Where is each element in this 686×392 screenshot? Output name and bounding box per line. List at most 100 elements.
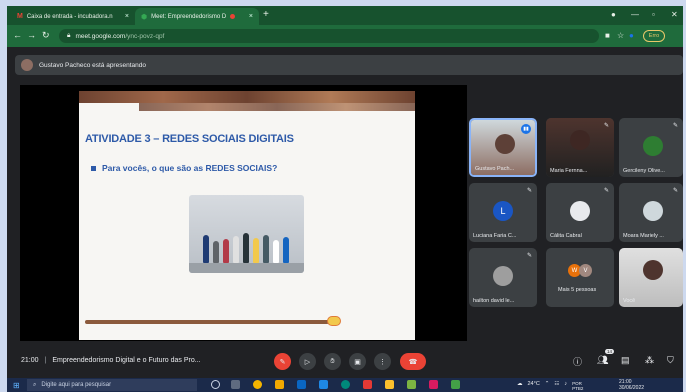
clock-date: 30/06/2022 (619, 385, 645, 391)
meeting-info: 21:00 | Empreendedorismo Digital e o Fut… (21, 357, 201, 364)
participant-tile[interactable]: L ✎ Luciana Faria C... (469, 183, 537, 242)
system-tray: ☁︎ 24°C ⌃ ☷ ♪ POR PTB2 (517, 381, 583, 391)
activities-icon[interactable]: ⁂ (645, 355, 654, 366)
avatar (643, 260, 663, 280)
participant-name: Gercileny Olive... (623, 168, 665, 174)
close-icon[interactable]: × (125, 13, 129, 20)
chevron-up-icon[interactable]: ⌃ (545, 381, 550, 391)
volume-icon[interactable]: ♪ (564, 381, 567, 391)
more-options-button[interactable]: ⋮ (374, 353, 391, 370)
more-participants-label: Mais 5 pessoas (558, 287, 597, 293)
search-placeholder: Digite aqui para pesquisar (41, 382, 112, 388)
slide-footer-bar (85, 320, 329, 324)
present-button[interactable]: ▣ (349, 353, 366, 370)
new-tab-button[interactable]: + (263, 9, 269, 20)
url-domain: meet.google.com (75, 32, 126, 40)
slide-photo (189, 195, 304, 273)
maximize-icon[interactable]: ▫ (652, 10, 655, 19)
info-icon[interactable]: ⓘ (573, 355, 582, 368)
extension-icon[interactable]: ● (629, 31, 634, 40)
keyboard-language[interactable]: POR PTB2 (572, 381, 583, 391)
taskbar-search-input[interactable]: ⌕ Digite aqui para pesquisar (27, 379, 197, 391)
star-icon[interactable]: ☆ (617, 31, 624, 40)
participant-name: Maria Fernna... (550, 168, 588, 174)
slide: ATIVIDADE 3 – REDES SOCIAIS DIGITAIS Par… (79, 91, 415, 340)
app-icon[interactable] (363, 380, 372, 389)
network-icon[interactable]: ☷ (554, 381, 559, 391)
avatar (495, 134, 515, 154)
windows-taskbar: ⊞ ⌕ Digite aqui para pesquisar ☁︎ 24°C ⌃… (7, 378, 683, 392)
chevron-down-icon[interactable]: ● (611, 10, 616, 19)
minimize-icon[interactable]: — (631, 10, 639, 19)
tab-meet[interactable]: ⬢ Meet: Empreendedorismo D × (135, 8, 259, 25)
mic-off-icon: ✎ (672, 188, 678, 194)
mic-off-icon: ✎ (526, 253, 532, 259)
camera-icon[interactable]: ■ (605, 31, 610, 40)
participant-tile[interactable]: ✎ Cálita Cabral (546, 183, 614, 242)
avatar (643, 201, 663, 221)
windows-start-icon[interactable]: ⊞ (13, 381, 20, 390)
participant-tile[interactable]: ✎ Gercileny Olive... (619, 118, 683, 177)
profile-button[interactable]: Erro (643, 30, 665, 42)
participant-name: Cálita Cabral (550, 233, 582, 239)
cortana-icon[interactable] (211, 380, 220, 389)
close-window-icon[interactable]: ✕ (671, 10, 678, 19)
mic-off-icon: ✎ (672, 123, 678, 129)
chat-icon[interactable]: ▤ (621, 355, 630, 366)
slide-footer-cap (327, 316, 341, 326)
avatar-initial: L (500, 206, 506, 216)
mail-icon[interactable] (319, 380, 328, 389)
meet-icon: ⬢ (141, 13, 148, 21)
url-input[interactable]: 🔒︎ meet.google.com/ync-povz-qpf (59, 29, 599, 43)
avatar-initial: V (579, 264, 592, 277)
mic-off-button[interactable]: ✎ (274, 353, 291, 370)
mic-off-icon: ✎ (603, 123, 609, 129)
url-path: /ync-povz-qpf (125, 32, 165, 40)
avatar-group: W V (568, 264, 592, 277)
app-icon[interactable] (407, 380, 416, 389)
raise-hand-button[interactable]: ✋︎ (324, 353, 341, 370)
wood-header-strip (139, 103, 415, 111)
file-explorer-icon[interactable] (275, 380, 284, 389)
taskbar-clock[interactable]: 21:00 30/06/2022 (619, 379, 644, 391)
self-tile[interactable]: Você (619, 248, 683, 307)
app-icon[interactable] (451, 380, 460, 389)
avatar: L (493, 201, 513, 221)
chrome-icon[interactable] (253, 380, 262, 389)
camera-button[interactable]: ▷ (299, 353, 316, 370)
tab-gmail[interactable]: M Caixa de entrada - incubadora.n × (11, 8, 135, 25)
app-icon[interactable] (385, 380, 394, 389)
bullet-icon (91, 165, 96, 171)
participant-tile[interactable]: ✎ Moara Mariely ... (619, 183, 683, 242)
screen: M Caixa de entrada - incubadora.n × ⬢ Me… (7, 6, 683, 392)
participant-name: Gustavo Pach... (475, 166, 515, 172)
meeting-title: Empreendedorismo Digital e o Futuro das … (52, 357, 201, 364)
app-icon[interactable] (429, 380, 438, 389)
close-icon[interactable]: × (249, 13, 253, 20)
back-icon[interactable]: ← (13, 30, 22, 40)
more-participants-tile[interactable]: W V Mais 5 pessoas (546, 248, 614, 307)
participants-icon[interactable]: 👥︎ (597, 355, 608, 366)
slide-title: ATIVIDADE 3 – REDES SOCIAIS DIGITAIS (85, 133, 294, 145)
participant-name: Moara Mariely ... (623, 233, 664, 239)
forward-icon[interactable]: → (27, 30, 36, 40)
address-bar: ← → ↻ 🔒︎ meet.google.com/ync-povz-qpf ■ … (7, 25, 683, 47)
task-view-icon[interactable] (231, 380, 240, 389)
meeting-controls-bar: 21:00 | Empreendedorismo Digital e o Fut… (7, 344, 683, 378)
avatar (643, 136, 663, 156)
store-icon[interactable] (297, 380, 306, 389)
weather-icon[interactable]: ☁︎ (517, 381, 523, 391)
edge-icon[interactable] (341, 380, 350, 389)
presenting-text: Gustavo Pacheco está apresentando (39, 61, 146, 69)
presentation-stage[interactable]: ATIVIDADE 3 – REDES SOCIAIS DIGITAIS Par… (20, 85, 467, 341)
gmail-icon: M (17, 13, 23, 20)
participant-tile[interactable]: ▮▮ Gustavo Pach... (469, 118, 537, 177)
speaking-icon: ▮▮ (521, 124, 531, 134)
participant-tile[interactable]: ✎ Maria Fernna... (546, 118, 614, 177)
lock-icon[interactable]: ⛉ (667, 355, 674, 366)
avatar (570, 201, 590, 221)
hangup-button[interactable]: ☎︎ (400, 353, 426, 370)
slide-bullet: Para vocês, o que são as REDES SOCIAIS? (91, 163, 277, 173)
reload-icon[interactable]: ↻ (42, 30, 50, 41)
participant-tile[interactable]: ✎ hailton david le... (469, 248, 537, 307)
